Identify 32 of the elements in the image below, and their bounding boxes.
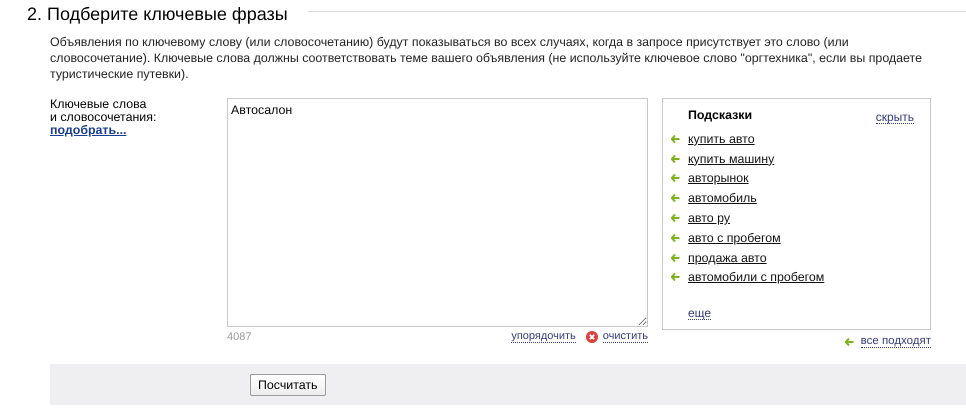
hint-link[interactable]: купить авто xyxy=(688,132,755,146)
clear-link[interactable]: очистить xyxy=(602,330,648,343)
hint-link[interactable]: авто ру xyxy=(688,211,730,226)
accept-all-link[interactable]: все подходят xyxy=(860,335,931,348)
pick-link[interactable]: подобрать... xyxy=(50,124,126,137)
field-label: Ключевые слова xyxy=(50,98,146,111)
hint-link[interactable]: авторынок xyxy=(688,171,749,186)
hint-link[interactable]: автомобиль xyxy=(688,191,757,206)
hint-link[interactable]: авто с пробегом xyxy=(688,230,781,245)
hint-link[interactable]: купить машину xyxy=(688,152,774,166)
hint-link[interactable]: автомобили с пробегом xyxy=(688,270,824,284)
arrow-left-icon xyxy=(671,174,680,182)
character-counter: 4087 xyxy=(227,330,252,342)
more-link[interactable]: еще xyxy=(688,307,712,320)
hide-link[interactable]: скрыть xyxy=(876,111,914,124)
arrow-left-icon xyxy=(671,214,680,222)
clear-icon[interactable] xyxy=(586,330,598,342)
field-label: и словосочетания: xyxy=(50,111,156,124)
arrow-left-icon xyxy=(844,338,854,346)
sort-link[interactable]: упорядочить xyxy=(511,330,576,343)
section-heading: 2. Подберите ключевые фразы xyxy=(27,4,288,24)
arrow-left-icon xyxy=(671,154,680,163)
description-text: Объявления по ключевому слову (или словосочетанию) будут показываться во всех случаях, когда в запросе присутствует это слово (или словосочетание). Ключевые слова должны соответствовать теме вашего объявления (не используйте ключевое слово "оргтехника", если вы продаете туристические путевки). xyxy=(50,34,923,82)
calculate-button[interactable]: Посчитать xyxy=(250,374,326,396)
hint-link[interactable]: продажа авто xyxy=(688,250,767,265)
keywords-field[interactable]: Автосалон xyxy=(227,98,648,327)
arrow-left-icon xyxy=(671,254,680,262)
arrow-left-icon xyxy=(671,134,680,143)
arrow-left-icon xyxy=(671,234,680,242)
arrow-left-icon xyxy=(671,273,680,282)
arrow-left-icon xyxy=(671,194,680,202)
hints-title: Подсказки xyxy=(688,108,752,124)
